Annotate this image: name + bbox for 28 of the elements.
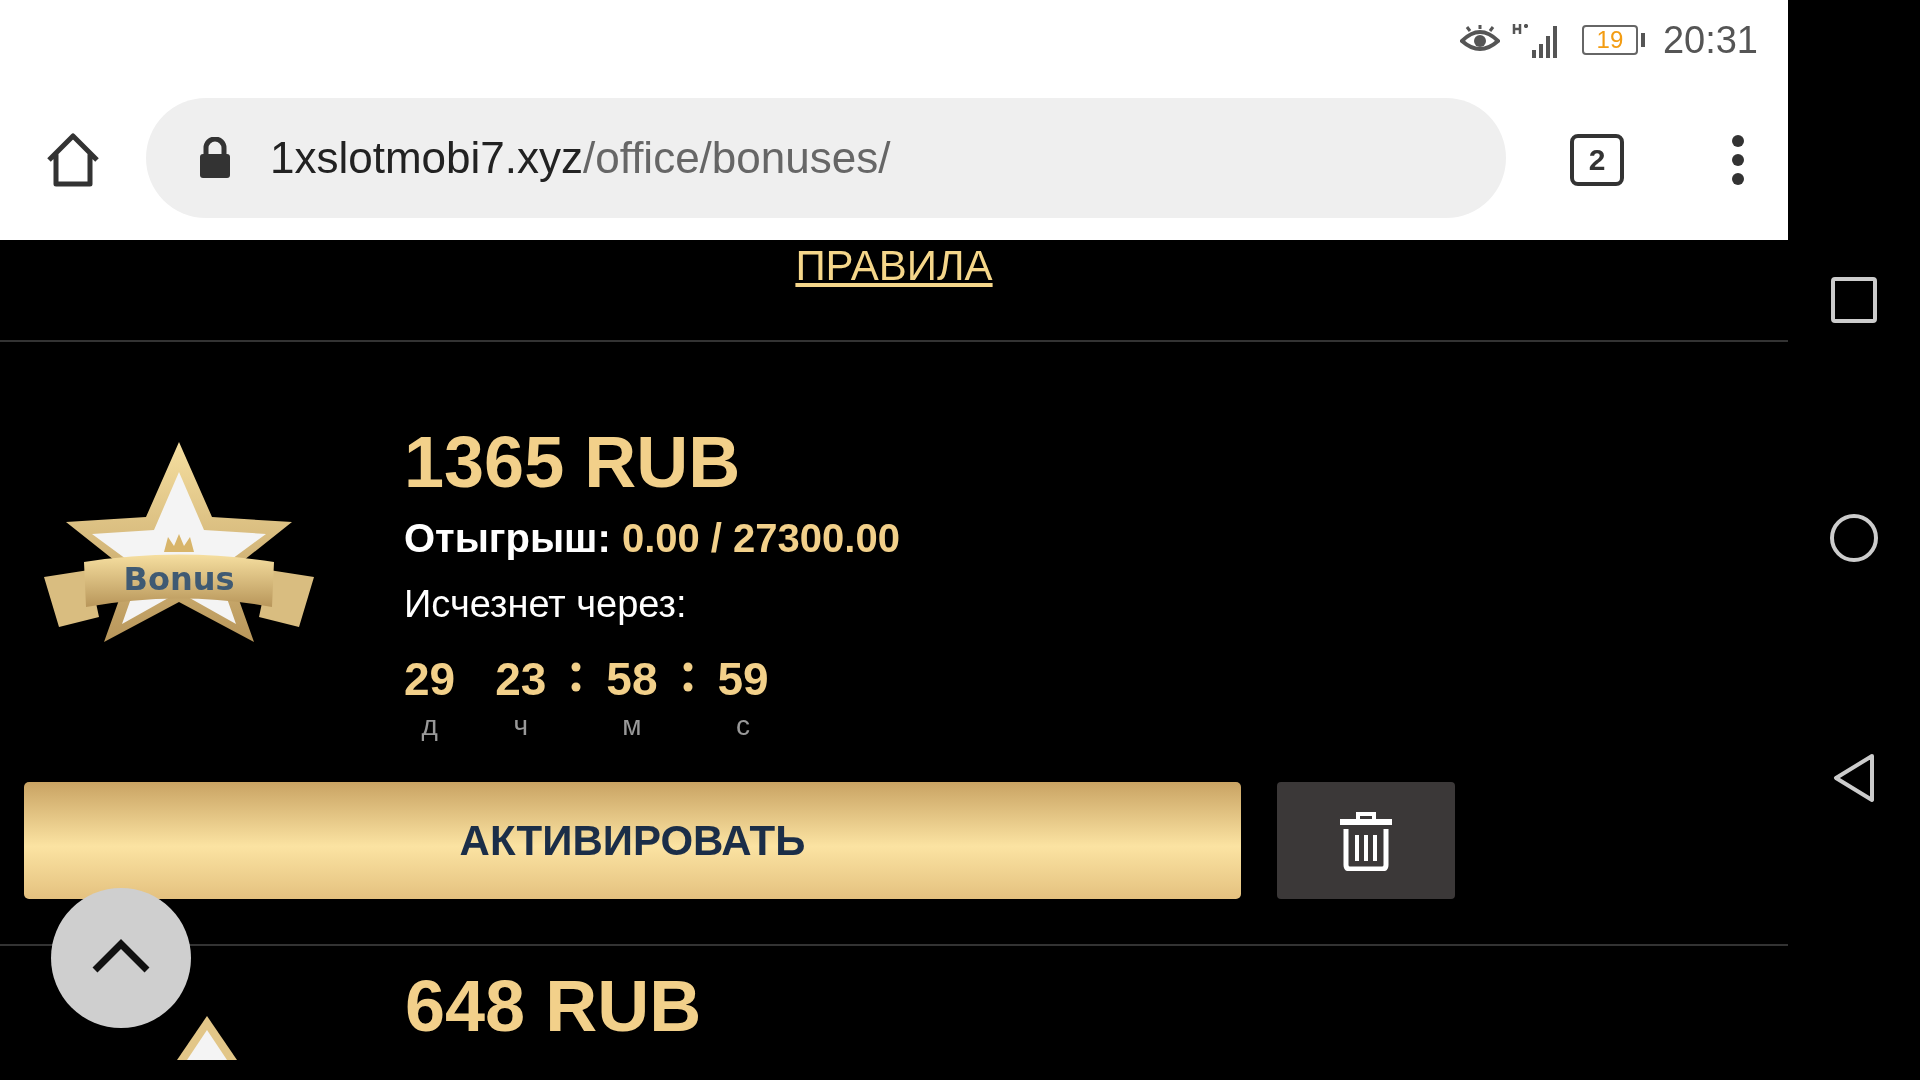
url-field[interactable]: 1xslotmobi7.xyz/office/bonuses/ bbox=[146, 98, 1506, 218]
lock-icon bbox=[198, 137, 232, 179]
clock-time: 20:31 bbox=[1662, 18, 1758, 62]
colon-separator-icon bbox=[571, 662, 582, 692]
square-icon[interactable] bbox=[1831, 277, 1877, 323]
colon-separator-icon bbox=[682, 662, 693, 692]
trash-icon bbox=[1338, 810, 1394, 871]
bonus-star-drawing bbox=[177, 1016, 237, 1060]
countdown-unit: д bbox=[421, 710, 438, 742]
countdown-value: 23 bbox=[495, 652, 547, 706]
rules-link[interactable]: ПРАВИЛА bbox=[795, 242, 993, 292]
countdown-value: 29 bbox=[404, 652, 456, 706]
back-triangle-icon[interactable] bbox=[1832, 753, 1876, 803]
circle-icon[interactable] bbox=[1829, 513, 1879, 563]
expires-label: Исчезнет через: bbox=[404, 583, 688, 626]
countdown-unit: с bbox=[736, 710, 751, 742]
countdown-value: 58 bbox=[606, 652, 658, 706]
wagering-value: 0.00 / 27300.00 bbox=[621, 516, 900, 560]
countdown-value: 59 bbox=[717, 652, 769, 706]
bonus-amount: 648 RUB bbox=[405, 966, 702, 1046]
tab-count-button[interactable]: 2 bbox=[1570, 134, 1624, 186]
activate-button[interactable]: АКТИВИРОВАТЬ bbox=[24, 782, 1241, 899]
countdown-unit: ч bbox=[513, 710, 529, 742]
delete-button[interactable] bbox=[1277, 782, 1455, 899]
scroll-to-top-button[interactable] bbox=[51, 888, 191, 1028]
wagering-label: Отыгрыш: bbox=[404, 516, 611, 560]
bonus-amount: 1365 RUB bbox=[404, 422, 742, 502]
countdown-unit: м bbox=[622, 710, 642, 742]
